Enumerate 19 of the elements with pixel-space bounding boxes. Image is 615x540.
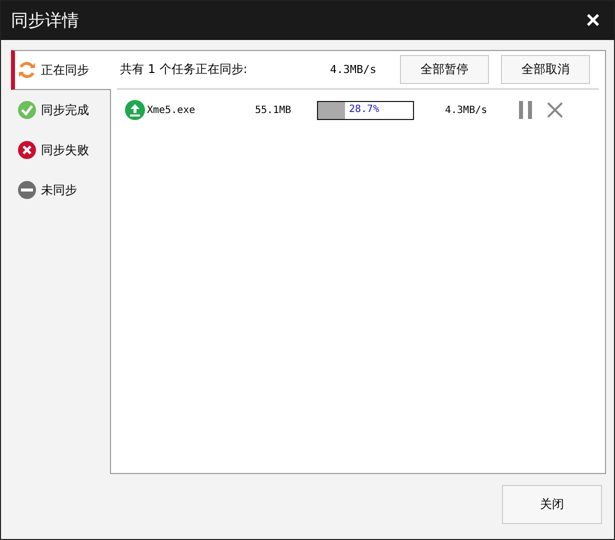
- header-button[interactable]: 全部取消: [501, 55, 590, 84]
- close-dialog-button[interactable]: 关闭: [502, 485, 602, 524]
- header-button[interactable]: 全部暂停: [400, 55, 489, 84]
- window-title: 同步详情: [11, 10, 79, 32]
- task-speed: 4.3MB/s: [445, 104, 488, 116]
- file-size: 55.1MB: [255, 104, 292, 116]
- close-button[interactable]: ×: [582, 8, 604, 32]
- total-speed: 4.3MB/s: [330, 63, 378, 76]
- sync-icon: [17, 60, 37, 80]
- sidebar-tab[interactable]: 正在同步: [11, 50, 111, 90]
- pause-icon[interactable]: [519, 101, 533, 119]
- file-name: Xme5.exe: [147, 104, 196, 116]
- progress-percent: 28.7%: [349, 104, 380, 114]
- close-icon[interactable]: [547, 102, 563, 118]
- error-icon: [17, 140, 37, 160]
- summary-text: 共有 1 个任务正在同步:: [119, 61, 248, 78]
- upload-icon: [125, 100, 145, 120]
- check-icon: [17, 100, 37, 120]
- minus-icon: [17, 180, 37, 200]
